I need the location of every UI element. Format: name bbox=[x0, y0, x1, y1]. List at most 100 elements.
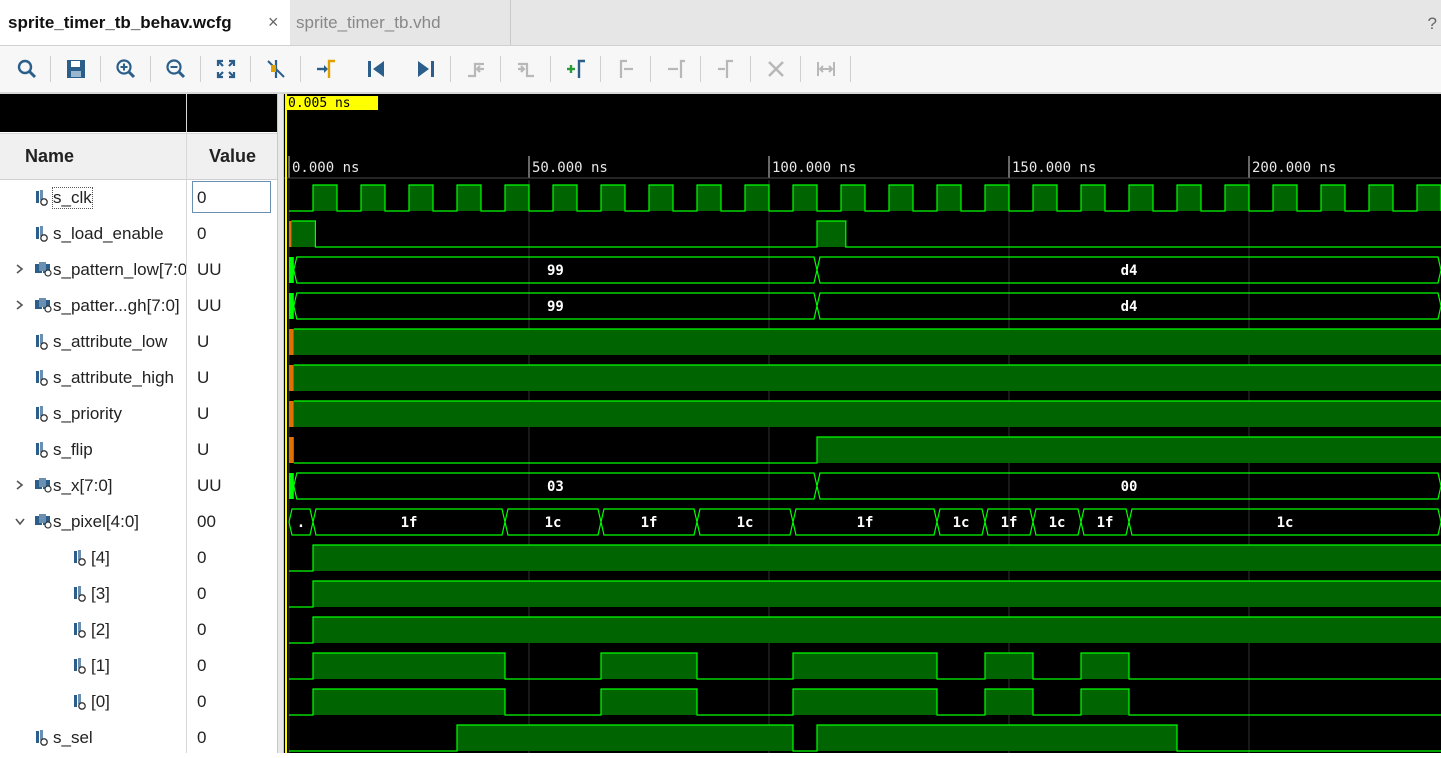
clock-high-fill bbox=[409, 185, 433, 211]
bus-value-label: 99 bbox=[547, 299, 564, 315]
bit-signal-icon bbox=[72, 621, 88, 644]
signal-value-row[interactable]: 0 bbox=[187, 684, 278, 720]
chevron-down-icon[interactable] bbox=[14, 514, 26, 530]
value-column-header[interactable]: Value bbox=[187, 133, 278, 180]
signal-row-s-pattern-low-7-0[interactable]: s_pattern_low[7:0] bbox=[0, 252, 186, 288]
signal-value-row[interactable]: 0 bbox=[187, 648, 278, 684]
add-marker-plus-icon[interactable] bbox=[559, 52, 593, 86]
signal-value-row[interactable]: 0 bbox=[187, 720, 278, 756]
signal-value-row[interactable]: 0 bbox=[187, 540, 278, 576]
signal-value-row[interactable]: UU bbox=[187, 468, 278, 504]
search-icon[interactable] bbox=[10, 52, 44, 86]
clock-high-fill bbox=[937, 185, 961, 211]
chevron-right-icon[interactable] bbox=[14, 262, 26, 278]
cursor-snap-icon[interactable] bbox=[259, 52, 293, 86]
signal-value-row[interactable]: 00 bbox=[187, 504, 278, 540]
signal-row-2[interactable]: [2] bbox=[0, 612, 186, 648]
signal-value-row[interactable]: U bbox=[187, 432, 278, 468]
signal-row-s-attribute-low[interactable]: s_attribute_low bbox=[0, 324, 186, 360]
bus-signal-icon bbox=[34, 513, 52, 534]
signal-value-row[interactable]: U bbox=[187, 324, 278, 360]
signal-name: [2] bbox=[91, 620, 110, 639]
time-label: 150.000 ns bbox=[1012, 160, 1096, 176]
add-marker-icon[interactable] bbox=[309, 52, 343, 86]
close-icon[interactable]: × bbox=[268, 12, 279, 33]
chevron-right-icon[interactable] bbox=[14, 478, 26, 494]
signal-row-3[interactable]: [3] bbox=[0, 576, 186, 612]
signal-value-row[interactable]: UU bbox=[187, 252, 278, 288]
signal-row-s-attribute-high[interactable]: s_attribute_high bbox=[0, 360, 186, 396]
undefined-segment bbox=[289, 401, 294, 427]
signal-name: s_pixel[4:0] bbox=[53, 512, 139, 531]
tab-wcfg[interactable]: sprite_timer_tb_behav.wcfg × bbox=[0, 0, 290, 45]
signal-value: 00 bbox=[197, 512, 216, 531]
undefined-segment bbox=[289, 329, 294, 355]
signal-row-s-sel[interactable]: s_sel bbox=[0, 720, 186, 756]
bus-value-label: 03 bbox=[547, 479, 564, 495]
clock-high-fill bbox=[793, 185, 817, 211]
signal-value: 0 bbox=[197, 692, 207, 711]
signal-name: s_flip bbox=[53, 440, 93, 459]
signal-row-s-flip[interactable]: s_flip bbox=[0, 432, 186, 468]
bit-high-fill bbox=[291, 221, 316, 247]
signal-name: [1] bbox=[91, 656, 110, 675]
signal-value-row[interactable]: 0 bbox=[187, 216, 278, 252]
signal-row-s-clk[interactable]: s_clk bbox=[0, 180, 186, 216]
bus-value-label: 00 bbox=[1121, 479, 1138, 495]
signal-value-row[interactable]: U bbox=[187, 360, 278, 396]
signal-value: 0 bbox=[197, 656, 207, 675]
signal-name: s_clk bbox=[52, 187, 93, 209]
clock-high-fill bbox=[313, 185, 337, 211]
bit-high-fill bbox=[601, 653, 697, 679]
bit-high-fill bbox=[313, 689, 505, 715]
bit-high-fill bbox=[1081, 689, 1129, 715]
next-marker-icon[interactable] bbox=[659, 52, 693, 86]
go-to-start-icon[interactable] bbox=[359, 52, 393, 86]
bit-signal-icon bbox=[34, 189, 50, 212]
bit-signal-icon bbox=[34, 333, 50, 356]
help-icon[interactable]: ? bbox=[1428, 14, 1437, 34]
signal-value-row[interactable]: U bbox=[187, 396, 278, 432]
signal-value: 0 bbox=[197, 620, 207, 639]
signal-row-4[interactable]: [4] bbox=[0, 540, 186, 576]
signal-name: [0] bbox=[91, 692, 110, 711]
chevron-right-icon[interactable] bbox=[14, 298, 26, 314]
bus-signal-icon bbox=[34, 297, 52, 318]
signal-value: U bbox=[197, 368, 210, 387]
undefined-segment bbox=[289, 365, 294, 391]
save-icon[interactable] bbox=[59, 52, 93, 86]
signal-row-s-priority[interactable]: s_priority bbox=[0, 396, 186, 432]
zoom-in-icon[interactable] bbox=[109, 52, 143, 86]
next-transition-icon[interactable] bbox=[509, 52, 543, 86]
zoom-fit-icon[interactable] bbox=[209, 52, 243, 86]
panel-splitter[interactable] bbox=[277, 94, 284, 753]
zoom-out-icon[interactable] bbox=[159, 52, 193, 86]
signal-value-row[interactable]: 0 bbox=[187, 576, 278, 612]
undefined-bus-segment bbox=[289, 257, 294, 283]
marker-bracket-icon[interactable] bbox=[809, 52, 843, 86]
bit-high-fill bbox=[985, 689, 1033, 715]
signal-name-panel: Name s_clk s_load_enable s_pattern_low[7:0… bbox=[0, 94, 186, 753]
bus-value-label: 1c bbox=[1049, 515, 1066, 531]
go-to-end-icon[interactable] bbox=[409, 52, 443, 86]
waveform-view[interactable]: 0.000 ns 50.000 ns 100.000 ns 150.000 ns 200… bbox=[284, 94, 1441, 753]
signal-name: s_pattern_low[7:0] bbox=[53, 260, 186, 279]
delete-marker-icon[interactable] bbox=[759, 52, 793, 86]
signal-row-s-pixel-4-0[interactable]: s_pixel[4:0] bbox=[0, 504, 186, 540]
signal-row-s-x-7-0[interactable]: s_x[7:0] bbox=[0, 468, 186, 504]
signal-row-s-patter-gh-7-0[interactable]: s_patter...gh[7:0] bbox=[0, 288, 186, 324]
signal-row-s-load-enable[interactable]: s_load_enable bbox=[0, 216, 186, 252]
signal-value-row[interactable]: 0 bbox=[187, 612, 278, 648]
signal-row-0[interactable]: [0] bbox=[0, 684, 186, 720]
previous-marker-icon[interactable] bbox=[609, 52, 643, 86]
clock-high-fill bbox=[1369, 185, 1393, 211]
time-label: 50.000 ns bbox=[532, 160, 608, 176]
signal-value-row[interactable]: 0 bbox=[187, 180, 278, 216]
signal-value: 0 bbox=[197, 728, 207, 747]
signal-row-1[interactable]: [1] bbox=[0, 648, 186, 684]
swap-cursors-icon[interactable] bbox=[709, 52, 743, 86]
tab-vhd[interactable]: sprite_timer_tb.vhd bbox=[296, 0, 511, 45]
signal-value-row[interactable]: UU bbox=[187, 288, 278, 324]
previous-transition-icon[interactable] bbox=[459, 52, 493, 86]
name-column-header[interactable]: Name bbox=[0, 133, 186, 180]
